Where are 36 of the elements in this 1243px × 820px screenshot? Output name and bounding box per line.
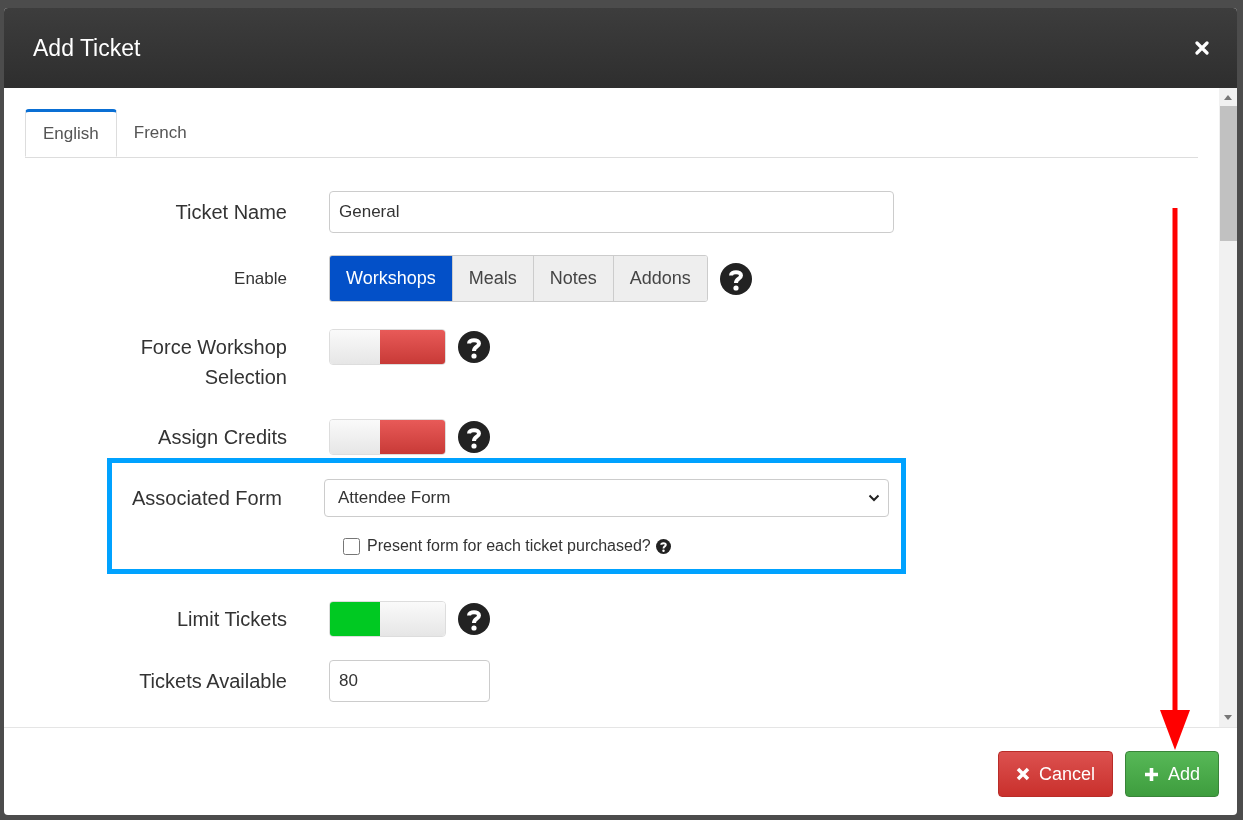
help-icon[interactable] [655,538,671,554]
scrollbar[interactable] [1219,88,1237,727]
checkbox-label: Present form for each ticket purchased? [367,537,651,555]
cancel-button[interactable]: Cancel [997,751,1113,797]
plus-icon [1143,766,1159,782]
help-icon[interactable] [458,331,490,363]
field-label: Limit Tickets [175,607,287,632]
scrollbar-thumb[interactable] [1219,106,1237,241]
modal-title: Add Ticket [33,34,141,62]
segment-button[interactable]: Addons [612,256,707,301]
language-tab[interactable]: English [25,109,117,157]
field-label: Tickets Available [138,669,287,693]
segment-button[interactable]: Meals [451,256,533,301]
field-label: Enable [233,268,287,289]
toggle-switch[interactable] [329,601,446,637]
close-icon[interactable] [1195,41,1209,55]
field-label: Ticket Name [174,200,287,224]
checkbox[interactable] [343,537,360,555]
toggle-switch[interactable] [329,329,446,365]
field-label: Assign Credits [157,425,287,450]
close-icon [1015,767,1030,781]
form-dropdown[interactable]: Attendee Form [324,479,889,517]
input-field[interactable]: General [329,191,894,233]
toggle-switch[interactable] [329,419,446,455]
segment-button[interactable]: Notes [532,256,613,301]
language-tab[interactable]: French [116,109,204,157]
input-field[interactable]: 80 [329,660,490,702]
field-label: Associated Form [130,486,282,510]
chevron-down-icon [868,494,880,502]
help-icon[interactable] [458,603,490,635]
help-icon[interactable] [719,262,752,295]
scroll-down-icon[interactable] [1224,715,1232,721]
scroll-up-icon[interactable] [1224,94,1232,100]
field-label: Force Workshop Selection [139,335,287,390]
help-icon[interactable] [458,421,490,453]
segment-button[interactable]: Workshops [330,256,452,301]
